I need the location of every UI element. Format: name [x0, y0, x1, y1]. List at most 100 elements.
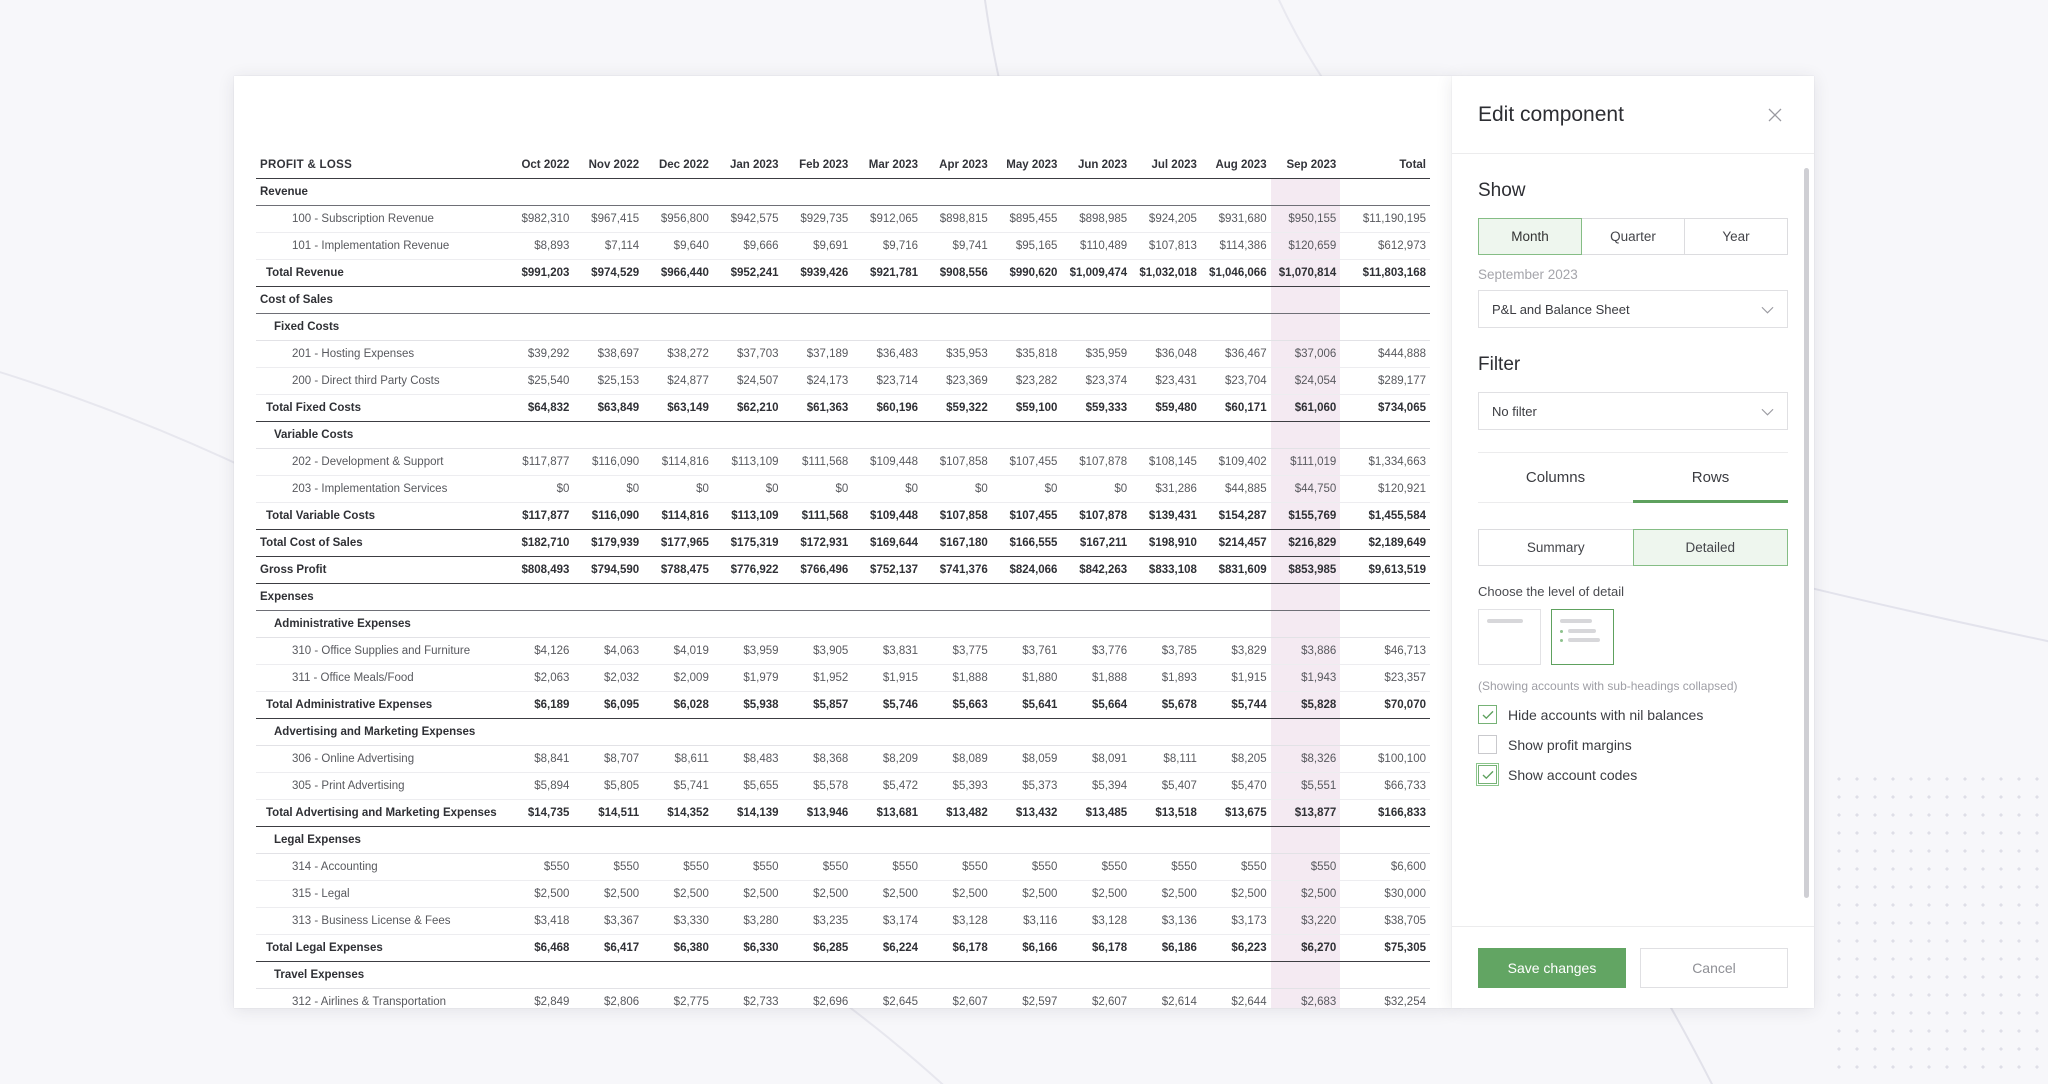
table-cell: $13,877 [1270, 799, 1341, 827]
checkbox-show-account-codes[interactable]: Show account codes [1476, 763, 1788, 786]
table-cell: $2,500 [1270, 880, 1341, 908]
table-cell [503, 961, 574, 989]
table-cell [852, 718, 923, 746]
table-cell: $177,965 [643, 529, 713, 557]
table-cell: $14,139 [712, 799, 783, 827]
table-cell: $939,426 [782, 259, 853, 287]
table-cell: $25,540 [503, 367, 574, 395]
table-cell: $3,761 [991, 637, 1062, 665]
table-cell: $2,500 [1131, 880, 1201, 908]
period-option-year[interactable]: Year [1684, 218, 1788, 255]
table-cell [1200, 286, 1271, 314]
table-cell [852, 313, 923, 341]
save-changes-button[interactable]: Save changes [1478, 947, 1626, 988]
panel-scrollbar[interactable] [1804, 168, 1809, 898]
table-cell: $2,806 [573, 988, 644, 1008]
table-cell: $3,280 [712, 907, 783, 935]
table-row: 312 - Airlines & Transportation $2,849 $2,… [256, 988, 1430, 1008]
table-cell: $31,286 [1131, 475, 1201, 503]
table-cell: $60,171 [1200, 394, 1271, 422]
table-cell: $3,905 [782, 637, 853, 665]
table-cell: $107,858 [922, 448, 992, 476]
checkbox-hide-nil-balances[interactable]: Hide accounts with nil balances [1478, 705, 1788, 724]
table-cell [643, 421, 713, 449]
level-option-compact[interactable] [1478, 609, 1541, 665]
table-cell: $1,009,474 [1061, 259, 1132, 287]
table-cell: $0 [712, 475, 783, 503]
table-row: Legal Expenses [256, 826, 1430, 854]
table-cell: $1,943 [1270, 664, 1341, 692]
detail-option-summary[interactable]: Summary [1478, 529, 1634, 566]
level-of-detail-note: (Showing accounts with sub-headings coll… [1478, 679, 1738, 693]
table-cell: $0 [922, 475, 992, 503]
level-option-expanded[interactable] [1551, 609, 1614, 665]
table-cell: $23,714 [852, 367, 923, 395]
table-cell: $0 [503, 475, 574, 503]
period-option-month[interactable]: Month [1478, 218, 1582, 255]
table-row: 203 - Implementation Services $0 $0 $0 $0 $0 $… [256, 475, 1430, 503]
filter-select[interactable]: No filter [1478, 392, 1788, 430]
table-cell [782, 610, 853, 638]
table-cell: $550 [643, 853, 713, 881]
table-cell: $2,063 [503, 664, 574, 692]
row-label: 313 - Business License & Fees [256, 907, 504, 935]
table-cell [1061, 583, 1132, 611]
table-cell: $898,985 [1061, 205, 1132, 233]
table-cell: $1,893 [1131, 664, 1201, 692]
row-label: 101 - Implementation Revenue [256, 232, 504, 260]
table-cell: $179,939 [573, 529, 644, 557]
column-header-aug-2023: Aug 2023 [1200, 144, 1271, 179]
column-header-jun-2023: Jun 2023 [1061, 144, 1132, 179]
table-cell: $990,620 [991, 259, 1062, 287]
table-cell: $3,367 [573, 907, 644, 935]
cancel-button[interactable]: Cancel [1639, 947, 1788, 988]
report-type-select[interactable]: P&L and Balance Sheet [1478, 290, 1788, 328]
table-cell: $46,713 [1340, 637, 1430, 665]
table-cell: $107,878 [1061, 448, 1132, 476]
show-section-heading: Show [1478, 180, 1526, 201]
checkbox-unchecked-icon [1478, 735, 1497, 754]
table-cell [991, 610, 1062, 638]
row-label: Administrative Expenses [256, 610, 504, 638]
table-cell: $75,305 [1340, 934, 1430, 962]
column-header-feb-2023: Feb 2023 [782, 144, 853, 179]
table-cell [852, 610, 923, 638]
filter-section-heading: Filter [1478, 354, 1521, 375]
table-cell: $2,607 [922, 988, 992, 1008]
table-cell [712, 961, 783, 989]
tab-rows[interactable]: Rows [1633, 453, 1788, 503]
table-row: Total Variable Costs $117,877 $116,090 $114… [256, 502, 1430, 530]
table-cell: $3,136 [1131, 907, 1201, 935]
table-cell: $6,468 [503, 934, 574, 962]
table-cell [712, 826, 783, 854]
table-cell: $61,363 [782, 394, 853, 422]
table-cell [1270, 718, 1341, 746]
table-cell [573, 313, 644, 341]
period-option-quarter[interactable]: Quarter [1581, 218, 1685, 255]
table-cell: $912,065 [852, 205, 923, 233]
panel-tabs: Columns Rows [1478, 453, 1788, 503]
table-row: Total Fixed Costs $64,832 $63,849 $63,149 $6… [256, 394, 1430, 422]
table-cell [1131, 583, 1201, 611]
table-cell [712, 421, 783, 449]
table-cell: $734,065 [1340, 394, 1430, 422]
detail-option-detailed[interactable]: Detailed [1632, 529, 1788, 566]
report-card: PROFIT & LOSS Oct 2022 Nov 2022 Dec 2022 Ja… [234, 76, 1452, 1008]
table-cell: $4,063 [573, 637, 644, 665]
table-cell [922, 826, 992, 854]
table-cell: $929,735 [782, 205, 853, 233]
table-row: 202 - Development & Support $117,877 $116,… [256, 448, 1430, 476]
table-cell: $13,675 [1200, 799, 1271, 827]
table-cell: $3,116 [991, 907, 1062, 935]
table-cell: $1,880 [991, 664, 1062, 692]
table-cell: $8,841 [503, 745, 574, 773]
table-row: 100 - Subscription Revenue $982,310 $967,4… [256, 205, 1430, 233]
table-cell: $5,472 [852, 772, 923, 800]
close-icon[interactable] [1764, 104, 1786, 126]
table-cell [782, 178, 853, 206]
checkbox-show-profit-margins[interactable]: Show profit margins [1478, 735, 1788, 754]
column-header-may-2023: May 2023 [991, 144, 1062, 179]
table-cell [991, 826, 1062, 854]
table-cell: $2,597 [991, 988, 1062, 1008]
tab-columns[interactable]: Columns [1478, 453, 1633, 503]
